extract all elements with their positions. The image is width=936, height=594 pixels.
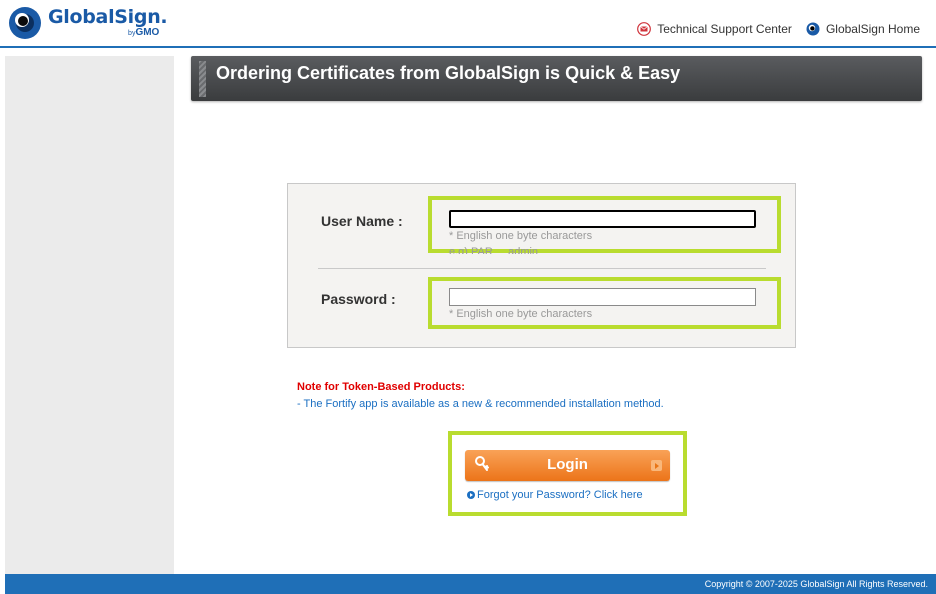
password-label: Password : [321,291,396,307]
footer: Copyright © 2007-2025 GlobalSign All Rig… [5,574,936,594]
copyright-text: Copyright © 2007-2025 GlobalSign All Rig… [704,579,928,589]
technical-support-label: Technical Support Center [657,22,792,36]
header-links: Technical Support Center GlobalSign Home [623,22,920,36]
page-title: Ordering Certificates from GlobalSign is… [216,63,681,83]
logo-sub: byGMO [48,28,159,38]
username-input[interactable] [449,210,756,228]
logo-wordmark: GlobalSign. byGMO [48,6,168,38]
title-bar: Ordering Certificates from GlobalSign is… [191,56,922,101]
logo-gmo: GMO [135,27,160,38]
globalsign-logo[interactable]: GlobalSign. byGMO [8,3,168,43]
form-divider [318,268,766,269]
note-title: Note for Token-Based Products: [297,381,465,393]
technical-support-link[interactable]: Technical Support Center [637,22,792,36]
login-form: User Name : * English one byte character… [287,183,796,348]
arrow-right-icon [651,460,662,471]
title-stripe [199,61,206,97]
password-input[interactable] [449,288,756,306]
globalsign-eye-icon [806,22,820,36]
logo-name: GlobalSign [48,6,161,28]
header: GlobalSign. byGMO Technical Support Cent… [0,0,936,48]
left-sidebar [5,56,174,574]
forgot-password-link[interactable]: Forgot your Password? Click here [467,489,643,501]
username-label: User Name : [321,213,403,229]
username-hint: * English one byte characters [449,230,593,242]
globalsign-eye-icon [9,7,41,39]
password-hint: * English one byte characters [449,308,593,320]
note-text: - The Fortify app is available as a new … [297,398,664,410]
login-button-label: Login [547,456,588,473]
username-example: e.g) PAR admin [449,246,539,254]
mail-icon [637,22,652,36]
forgot-password-label: Forgot your Password? Click here [477,489,643,501]
globalsign-home-link[interactable]: GlobalSign Home [806,22,920,36]
login-button[interactable]: Login [465,450,670,481]
globalsign-home-label: GlobalSign Home [825,22,920,36]
logo-dot: . [160,6,168,28]
arrow-bullet-icon [467,491,475,499]
